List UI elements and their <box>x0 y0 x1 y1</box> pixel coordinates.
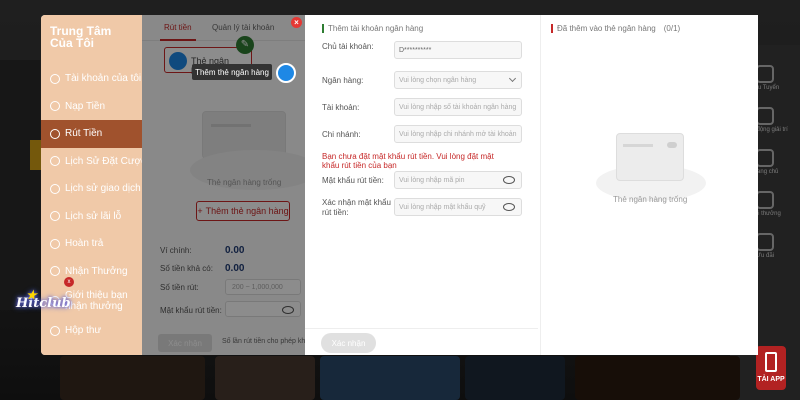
chevron-down-icon <box>508 74 517 83</box>
site-logo[interactable]: ★ Hitclub <box>16 288 71 336</box>
account-holder-label: Chủ tài khoản: <box>322 42 374 51</box>
deposit-icon <box>50 101 60 112</box>
account-number-input[interactable]: Vui lòng nhập số tài khoản ngân hàng <box>394 98 522 116</box>
refund-icon <box>50 238 60 249</box>
star-icon: ★ <box>26 288 37 302</box>
bet-history-icon <box>50 156 60 167</box>
transaction-icon <box>50 183 60 194</box>
branch-label: Chi nhánh: <box>322 130 361 139</box>
branch-input[interactable]: Vui lòng nhập chi nhánh mở tài khoản <box>394 125 522 143</box>
bank-select[interactable]: Vui lòng chọn ngân hàng <box>394 71 522 89</box>
password-warning: Bạn chưa đặt mật khẩu rút tiền. Vui lòng… <box>322 152 494 170</box>
sidebar-item-profit-loss[interactable]: Lịch sử lãi lỗ <box>41 203 142 231</box>
confirm-pin-label: Xác nhận mật khẩu rút tiền: <box>322 198 391 217</box>
reward-icon <box>50 266 60 277</box>
card-chip <box>667 142 677 148</box>
profit-loss-icon <box>50 211 60 222</box>
added-cards-panel: Đã thêm vào thẻ ngân hàng (0/1) Thẻ ngân… <box>541 15 758 355</box>
sidebar-item-bet-history[interactable]: Lịch Sử Đặt Cược <box>41 148 146 176</box>
sidebar-item-transaction-history[interactable]: Lịch sử giao dịch <box>41 175 142 203</box>
title-accent-bar <box>322 24 324 33</box>
title-accent-bar <box>551 24 553 33</box>
close-icon[interactable]: × <box>291 17 302 28</box>
sidebar-item-refund[interactable]: Hoàn trả <box>41 230 142 258</box>
added-cards-empty-text: Thẻ ngân hàng trống <box>613 195 688 204</box>
eye-icon[interactable] <box>503 176 515 184</box>
card-stripe <box>623 144 653 147</box>
account-holder-input[interactable]: D********** <box>394 41 522 59</box>
download-app-button[interactable]: TẢI APP <box>756 346 786 390</box>
phone-icon <box>765 352 777 372</box>
notification-badge: x <box>64 277 74 287</box>
withdraw-pin-label: Mật khẩu rút tiền: <box>322 176 384 185</box>
bank-label: Ngân hàng: <box>322 76 364 85</box>
sidebar-item-deposit[interactable]: Nạp Tiền <box>41 93 142 121</box>
bank-icon[interactable] <box>276 63 296 83</box>
added-cards-title: Đã thêm vào thẻ ngân hàng (0/1) <box>551 24 680 33</box>
withdraw-pin-input[interactable]: Vui lòng nhập mã pin <box>394 171 522 189</box>
sidebar-title: Trung Tâm Của Tôi <box>50 24 112 50</box>
sidebar-item-withdraw[interactable]: Rút Tiền <box>41 120 142 148</box>
form-confirm-button[interactable]: Xác nhận <box>321 333 376 353</box>
account-number-label: Tài khoản: <box>322 103 360 112</box>
confirm-pin-input[interactable]: Vui lòng nhập mật khẩu quỹ <box>394 198 522 216</box>
add-bank-tooltip: Thêm thẻ ngân hàng <box>192 64 272 80</box>
user-icon <box>50 73 60 84</box>
sidebar-item-my-account[interactable]: Tài khoản của tôi <box>41 65 142 93</box>
bank-card-illustration <box>616 133 684 181</box>
withdraw-icon <box>50 128 60 139</box>
add-bank-account-form: Thêm tài khoản ngân hàng Chủ tài khoản: … <box>305 15 538 355</box>
sidebar-item-reward[interactable]: Nhận Thưởng <box>41 258 142 286</box>
form-divider <box>305 328 538 329</box>
form-title: Thêm tài khoản ngân hàng <box>322 24 423 33</box>
eye-icon[interactable] <box>503 203 515 211</box>
added-cards-count: (0/1) <box>663 24 681 33</box>
